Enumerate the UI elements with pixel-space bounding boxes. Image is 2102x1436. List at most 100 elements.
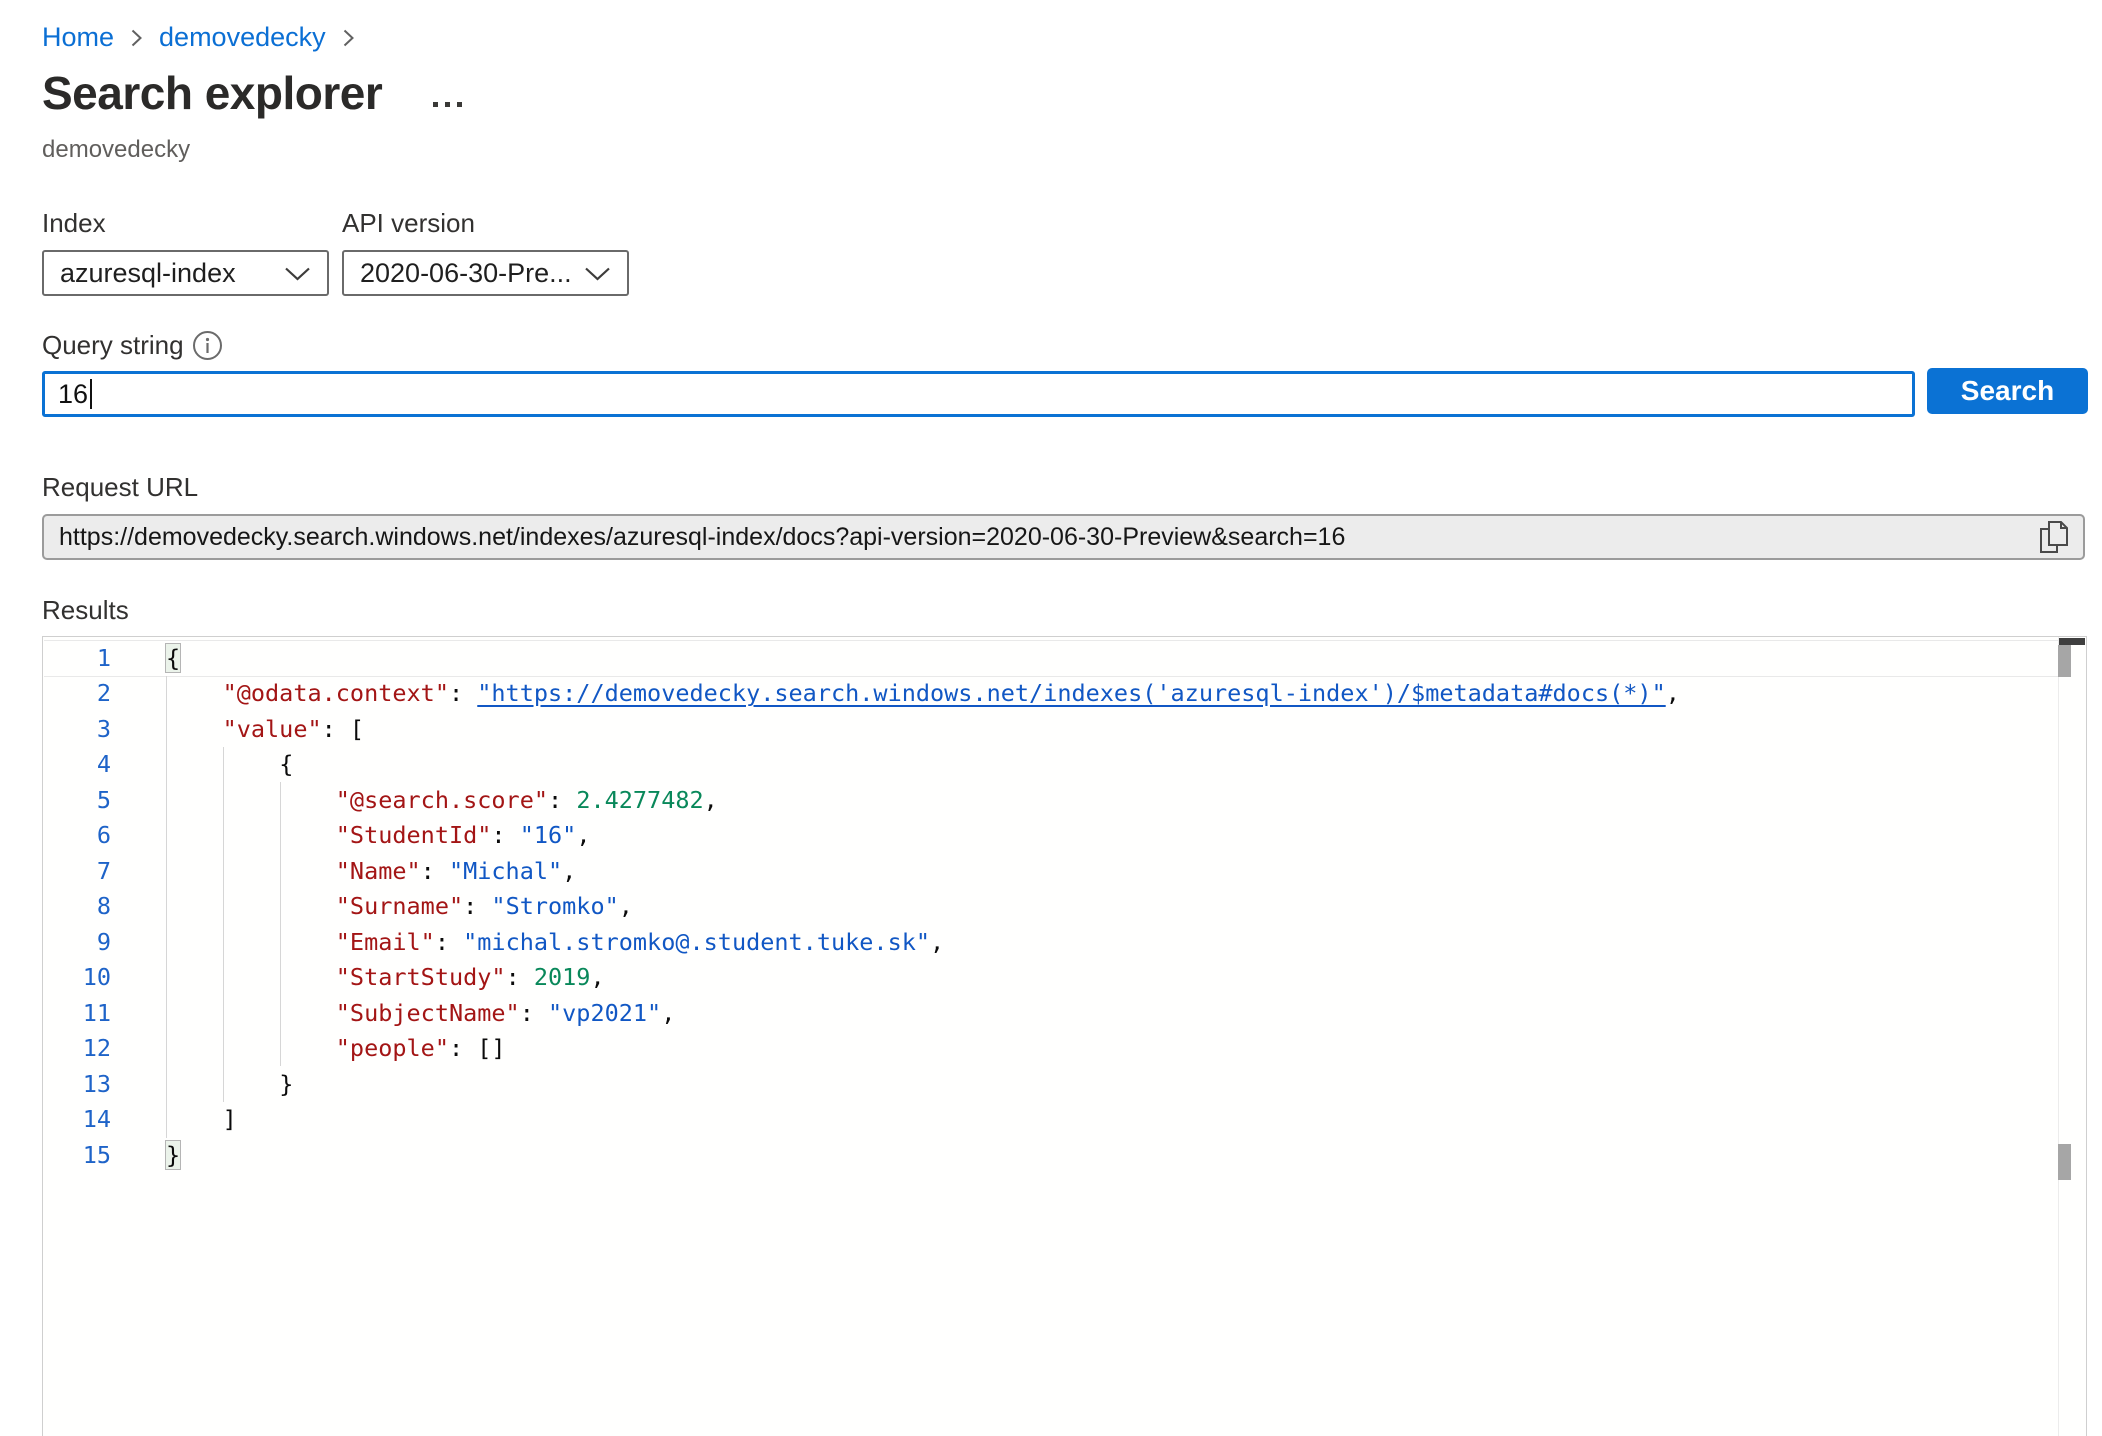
index-select[interactable]: azuresql-index: [42, 250, 329, 296]
breadcrumb: Home demovedecky: [42, 22, 371, 53]
code-token: }: [279, 1070, 293, 1098]
code-token: :: [463, 892, 491, 920]
page-title: Search explorer: [42, 66, 382, 120]
line-number: 1: [43, 644, 111, 672]
line-number: 11: [43, 999, 111, 1027]
chevron-down-icon: [284, 258, 311, 289]
request-url-value: https://demovedecky.search.windows.net/i…: [59, 523, 2030, 552]
breadcrumb-link-home[interactable]: Home: [42, 22, 114, 53]
code-token: [166, 963, 336, 991]
chevron-down-icon: [584, 258, 611, 289]
line-number: 10: [43, 963, 111, 991]
code-token: "16": [520, 821, 577, 849]
search-explorer-page: Home demovedecky Search explorer demoved…: [0, 0, 2102, 1436]
line-number: 5: [43, 786, 111, 814]
chevron-right-icon: [342, 28, 355, 48]
api-version-label: API version: [342, 208, 475, 239]
code-token: [166, 1105, 223, 1133]
overview-ruler-mark: [2058, 645, 2071, 677]
code-text: "SubjectName": "vp2021",: [111, 999, 675, 1027]
results-json-editor[interactable]: 1 {2 "@odata.context": "https://demovedec…: [42, 636, 2087, 1436]
code-token: {: [279, 750, 293, 778]
api-version-select-value: 2020-06-30-Pre...: [360, 258, 572, 289]
query-string-input[interactable]: 16: [42, 371, 1915, 417]
code-line: 15}: [43, 1137, 2056, 1173]
code-token: "value": [223, 715, 322, 743]
code-line: 9 "Email": "michal.stromko@.student.tuke…: [43, 924, 2056, 960]
code-token: [166, 821, 336, 849]
code-token: ,: [1666, 679, 1680, 707]
info-icon[interactable]: [192, 330, 223, 366]
code-token: {: [166, 644, 180, 672]
line-number: 15: [43, 1141, 111, 1169]
line-number: 2: [43, 679, 111, 707]
code-line: 11 "SubjectName": "vp2021",: [43, 995, 2056, 1031]
results-label: Results: [42, 595, 129, 626]
index-label: Index: [42, 208, 106, 239]
code-token: "SubjectName": [336, 999, 520, 1027]
line-number: 9: [43, 928, 111, 956]
index-select-value: azuresql-index: [60, 258, 236, 289]
code-token: ,: [562, 857, 576, 885]
code-token: 2.4277482: [576, 786, 703, 814]
code-token: ,: [590, 963, 604, 991]
code-token: : []: [449, 1034, 506, 1062]
code-text: "Email": "michal.stromko@.student.tuke.s…: [111, 928, 944, 956]
copy-icon[interactable]: [2038, 519, 2071, 556]
query-string-value: 16: [58, 379, 88, 410]
code-token: [166, 928, 336, 956]
code-token: [166, 750, 279, 778]
code-text: "@odata.context": "https://demovedecky.s…: [111, 679, 1680, 707]
code-token: ,: [576, 821, 590, 849]
code-line: 6 "StudentId": "16",: [43, 818, 2056, 854]
code-token: 2019: [534, 963, 591, 991]
code-text: "Surname": "Stromko",: [111, 892, 633, 920]
code-text: "StudentId": "16",: [111, 821, 590, 849]
breadcrumb-link-demovedecky[interactable]: demovedecky: [159, 22, 326, 53]
code-line: 3 "value": [: [43, 711, 2056, 747]
code-token: :: [506, 963, 534, 991]
api-version-select[interactable]: 2020-06-30-Pre...: [342, 250, 629, 296]
text-caret: [90, 379, 92, 409]
code-line: 13 }: [43, 1066, 2056, 1102]
code-lines: 1 {2 "@odata.context": "https://demovedec…: [43, 640, 2056, 1173]
code-token: "StudentId": [336, 821, 492, 849]
request-url-input[interactable]: https://demovedecky.search.windows.net/i…: [42, 514, 2085, 560]
code-token: :: [421, 857, 449, 885]
code-text: "StartStudy": 2019,: [111, 963, 605, 991]
line-number: 7: [43, 857, 111, 885]
code-text: ]: [111, 1105, 237, 1133]
code-token: "Name": [336, 857, 421, 885]
scrollbar-track[interactable]: [2058, 637, 2059, 1436]
code-token: ,: [704, 786, 718, 814]
code-line: 8 "Surname": "Stromko",: [43, 889, 2056, 925]
line-number: 4: [43, 750, 111, 778]
code-text: "Name": "Michal",: [111, 857, 576, 885]
code-text: }: [111, 1070, 293, 1098]
code-token: "Email": [336, 928, 435, 956]
request-url-label: Request URL: [42, 472, 198, 503]
code-token: ,: [930, 928, 944, 956]
code-token: :: [449, 679, 477, 707]
code-token: "vp2021": [548, 999, 661, 1027]
ellipsis-icon[interactable]: [429, 98, 466, 111]
line-number: 3: [43, 715, 111, 743]
code-token: "Stromko": [491, 892, 618, 920]
code-text: "people": []: [111, 1034, 506, 1062]
code-line: 7 "Name": "Michal",: [43, 853, 2056, 889]
query-string-label: Query string: [42, 330, 184, 361]
chevron-right-icon: [130, 28, 143, 48]
code-token: "Surname": [336, 892, 463, 920]
code-line: 10 "StartStudy": 2019,: [43, 960, 2056, 996]
line-number: 12: [43, 1034, 111, 1062]
code-text: "@search.score": 2.4277482,: [111, 786, 718, 814]
code-token: [166, 679, 223, 707]
search-button[interactable]: Search: [1927, 368, 2088, 414]
code-token: "@search.score": [336, 786, 548, 814]
code-link[interactable]: "https://demovedecky.search.windows.net/…: [477, 679, 1665, 707]
code-token: [166, 715, 223, 743]
code-token: ,: [619, 892, 633, 920]
code-token: :: [548, 786, 576, 814]
overview-ruler-mark: [2058, 1144, 2071, 1180]
code-token: "michal.stromko@.student.tuke.sk": [463, 928, 930, 956]
